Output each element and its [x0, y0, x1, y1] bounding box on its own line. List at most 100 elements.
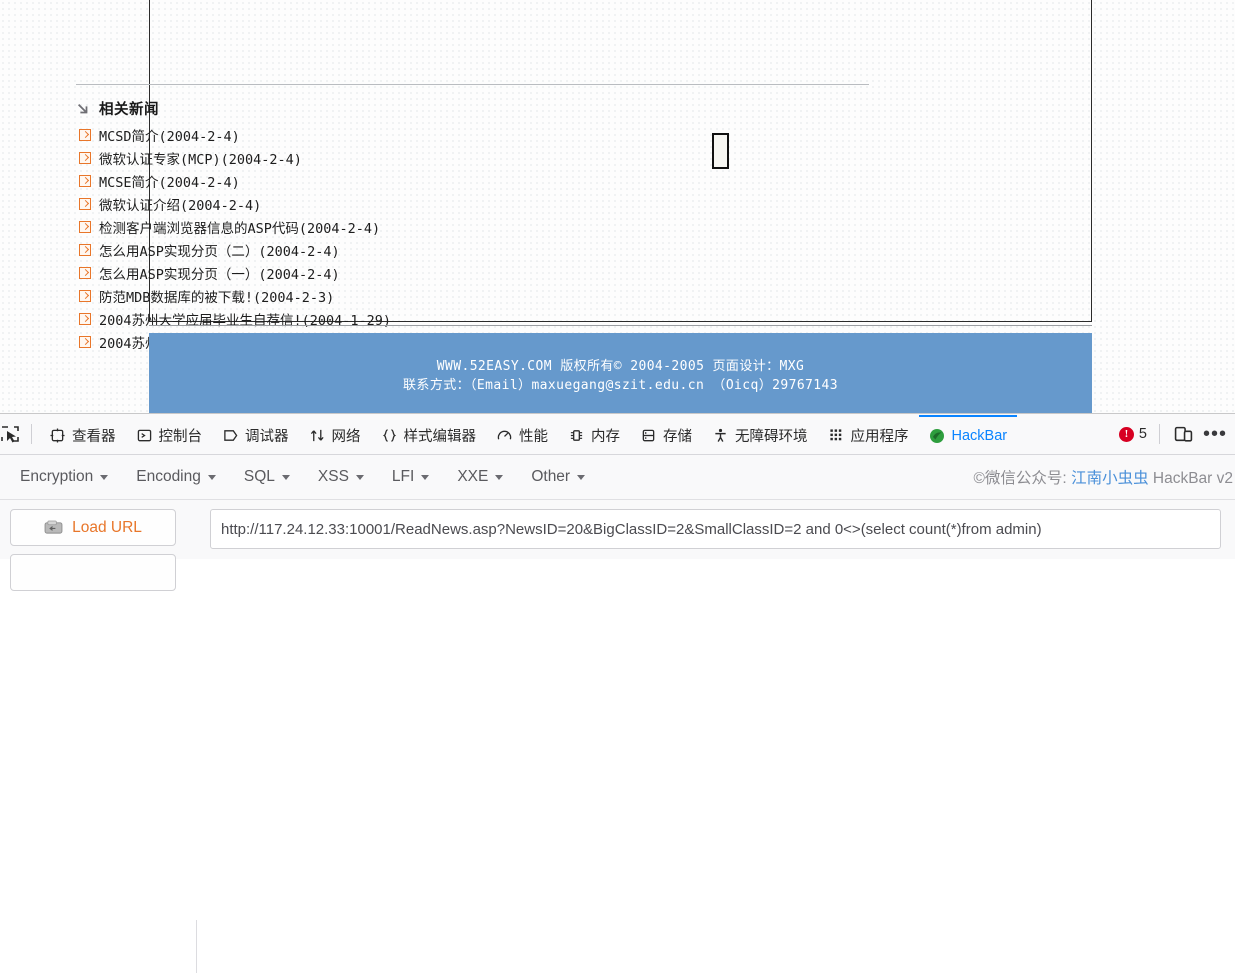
more-options-icon: ••• — [1202, 423, 1227, 445]
tab-accessibility[interactable]: 无障碍环境 — [702, 415, 818, 455]
tab-label: 控制台 — [158, 429, 203, 445]
hackbar-icon — [929, 427, 946, 444]
storage-icon — [640, 427, 657, 444]
arrow-bullet-icon — [79, 197, 91, 210]
load-url-button[interactable]: Load URL — [10, 509, 176, 546]
arrow-down-right-icon — [78, 103, 88, 113]
arrow-bullet-icon — [79, 289, 91, 302]
split-url-button[interactable] — [10, 554, 176, 591]
menu-encoding[interactable]: Encoding — [130, 464, 228, 490]
credit-prefix: ©微信公众号: — [973, 470, 1072, 487]
tab-label: 内存 — [591, 429, 620, 445]
tab-console[interactable]: 控制台 — [126, 415, 213, 455]
arrow-bullet-icon — [79, 220, 91, 233]
menu-lfi[interactable]: LFI — [386, 464, 441, 490]
menu-encryption[interactable]: Encryption — [14, 464, 120, 490]
list-item[interactable]: 检测客户端浏览器信息的ASP代码(2004-2-4) — [76, 215, 876, 238]
chevron-down-icon — [421, 474, 430, 480]
tab-application[interactable]: 应用程序 — [818, 415, 919, 455]
arrow-bullet-icon — [79, 174, 91, 187]
list-item[interactable]: 怎么用ASP实现分页（一）(2004-2-4) — [76, 261, 876, 284]
list-item[interactable]: 怎么用ASP实现分页（二）(2004-2-4) — [76, 238, 876, 261]
responsive-design-mode-icon — [1174, 426, 1192, 442]
list-item[interactable]: 2004苏州大学应届毕业生自荐信!(2004-1-29) — [76, 307, 876, 330]
menu-label: Encoding — [136, 468, 201, 485]
chevron-down-icon — [100, 474, 109, 480]
element-picker-button[interactable] — [0, 414, 29, 454]
url-input[interactable] — [210, 509, 1221, 549]
menu-label: LFI — [391, 468, 415, 485]
hackbar-column-divider — [196, 920, 197, 973]
network-icon — [309, 427, 326, 444]
tab-inspector[interactable]: 查看器 — [39, 415, 126, 455]
arrow-bullet-icon — [79, 266, 91, 279]
tab-label: HackBar — [951, 427, 1008, 444]
menu-label: Other — [531, 468, 571, 485]
menu-xxe[interactable]: XXE — [451, 464, 515, 490]
list-item[interactable]: MCSD简介(2004-2-4) — [76, 123, 876, 146]
responsive-design-mode-button[interactable] — [1167, 419, 1199, 449]
element-picker-icon — [1, 426, 19, 443]
site-footer: WWW.52EASY.COM 版权所有© 2004-2005 页面设计：MXG … — [149, 333, 1092, 413]
arrow-bullet-icon — [79, 128, 91, 141]
accessibility-icon — [712, 427, 729, 444]
menu-other[interactable]: Other — [525, 464, 597, 490]
menu-sql[interactable]: SQL — [238, 464, 302, 490]
menu-xss[interactable]: XSS — [312, 464, 376, 490]
list-item[interactable]: MCSE简介(2004-2-4) — [76, 169, 876, 192]
more-options-button[interactable]: ••• — [1199, 419, 1231, 449]
related-news-header: 相关新闻 — [76, 98, 876, 119]
news-link[interactable]: 微软认证介绍(2004-2-4) — [99, 194, 261, 214]
related-news-title: 相关新闻 — [99, 102, 159, 118]
tab-label: 调试器 — [245, 429, 289, 445]
related-news-list: MCSD简介(2004-2-4) 微软认证专家(MCP)(2004-2-4) M… — [76, 123, 876, 353]
tab-debugger[interactable]: 调试器 — [212, 415, 299, 455]
tab-memory[interactable]: 内存 — [558, 415, 630, 455]
application-icon — [828, 427, 845, 444]
footer-contact-line: 联系方式：（Email）maxuegang@szit.edu.cn （Oicq）… — [403, 378, 838, 393]
tab-label: 样式编辑器 — [403, 429, 477, 445]
hackbar-menu-bar: Encryption Encoding SQL XSS LFI XXE Othe… — [0, 455, 1235, 500]
style-editor-icon — [381, 427, 398, 444]
load-url-icon — [44, 520, 63, 534]
tab-label: 无障碍环境 — [735, 429, 808, 445]
tab-label: 应用程序 — [850, 429, 909, 445]
news-link[interactable]: 微软认证专家(MCP)(2004-2-4) — [99, 148, 302, 168]
news-link[interactable]: MCSD简介(2004-2-4) — [99, 125, 240, 145]
footer-copyright-line: WWW.52EASY.COM 版权所有© 2004-2005 页面设计：MXG — [436, 359, 805, 374]
list-item[interactable]: 微软认证专家(MCP)(2004-2-4) — [76, 146, 876, 169]
devtools-toolbar-right: ! 5 ••• — [1109, 419, 1235, 449]
tab-performance[interactable]: 性能 — [486, 415, 558, 455]
tab-storage[interactable]: 存储 — [630, 415, 702, 455]
browser-viewport: 相关新闻 MCSD简介(2004-2-4) 微软认证专家(MCP)(2004-2… — [0, 0, 1235, 413]
chevron-down-icon — [207, 474, 216, 480]
menu-label: XXE — [457, 468, 489, 485]
menu-label: Encryption — [20, 468, 94, 485]
performance-icon — [496, 427, 513, 444]
tab-label: 网络 — [331, 429, 361, 445]
tab-hackbar[interactable]: HackBar — [918, 414, 1018, 455]
credit-link[interactable]: 江南小虫虫 — [1071, 470, 1149, 487]
error-count-label: 5 — [1138, 426, 1147, 442]
chevron-down-icon — [281, 474, 290, 480]
chevron-down-icon — [577, 474, 586, 480]
news-link[interactable]: 检测客户端浏览器信息的ASP代码(2004-2-4) — [99, 217, 380, 237]
arrow-bullet-icon — [79, 335, 91, 348]
list-item[interactable]: 微软认证介绍(2004-2-4) — [76, 192, 876, 215]
news-link[interactable]: 怎么用ASP实现分页（一）(2004-2-4) — [99, 263, 340, 283]
tab-label: 查看器 — [72, 429, 116, 445]
toolbar-separator — [1159, 424, 1160, 444]
hackbar-body: Load URL — [0, 500, 1235, 599]
chevron-down-icon — [495, 474, 504, 480]
error-count-badge[interactable]: ! 5 — [1109, 426, 1157, 442]
tab-style-editor[interactable]: 样式编辑器 — [371, 415, 487, 455]
memory-icon — [568, 427, 585, 444]
news-link[interactable]: MCSE简介(2004-2-4) — [99, 171, 240, 191]
list-item[interactable]: 防范MDB数据库的被下载!(2004-2-3) — [76, 284, 876, 307]
news-link[interactable]: 怎么用ASP实现分页（二）(2004-2-4) — [99, 240, 340, 260]
news-link[interactable]: 防范MDB数据库的被下载!(2004-2-3) — [99, 286, 334, 306]
tab-network[interactable]: 网络 — [299, 415, 371, 455]
hackbar-action-column: Load URL — [0, 509, 210, 599]
horizontal-rule — [76, 84, 869, 85]
chevron-down-icon — [355, 474, 364, 480]
